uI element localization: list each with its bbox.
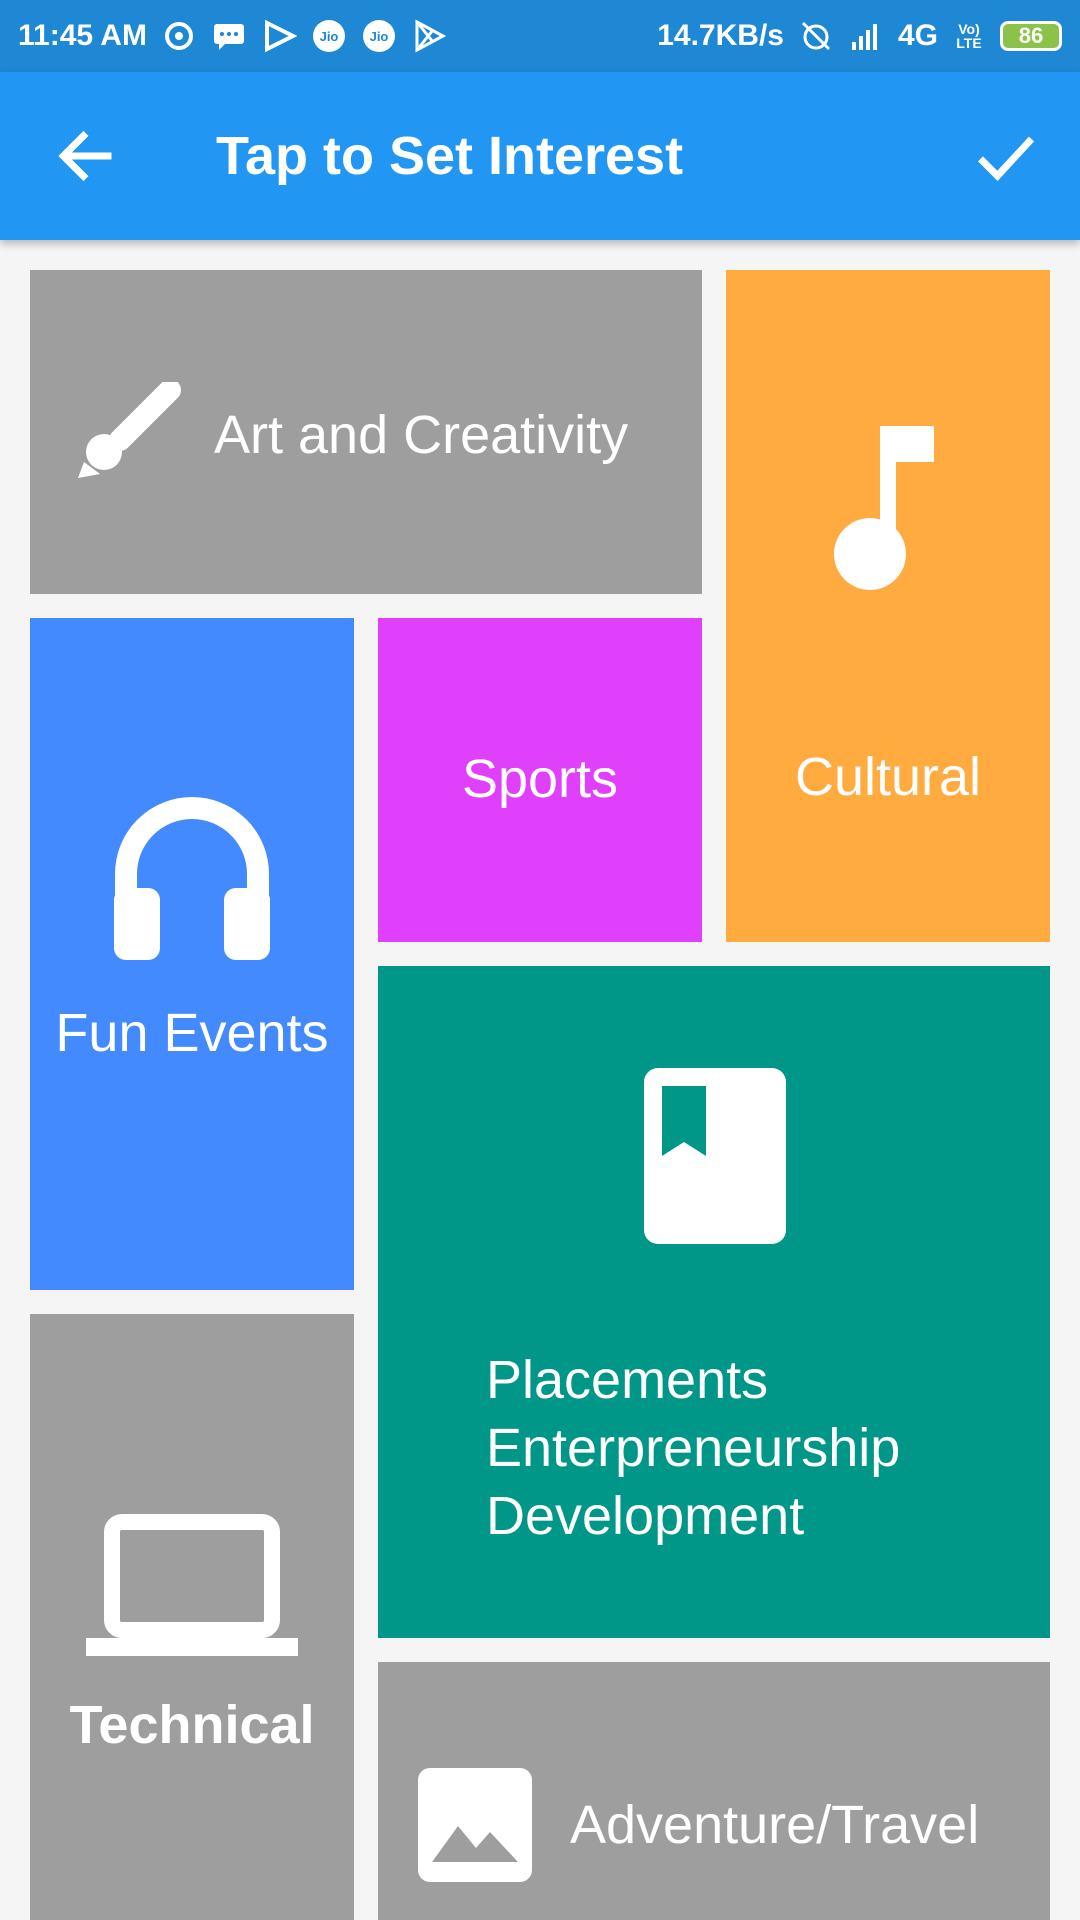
tile-placements-label: Placements Enterpreneurship Development (486, 1346, 900, 1550)
tile-placements-line-2: Enterpreneurship (486, 1418, 901, 1478)
app-bar: Tap to Set Interest (0, 72, 1080, 240)
status-bar-left: 11:45 AM Jio Jio (18, 18, 447, 54)
uc-browser-icon (164, 22, 193, 50)
status-bar: 11:45 AM Jio Jio 14.7KB/s 4G Vo) LTE 86 (0, 0, 1080, 72)
laptop-icon (86, 1514, 298, 1656)
headphones-icon (114, 797, 270, 960)
alarm-off-icon (801, 21, 831, 51)
play-store-icon (415, 19, 447, 53)
signal-icon (851, 24, 877, 50)
tile-art-label: Art and Creativity (214, 405, 629, 465)
image-icon (418, 1768, 532, 1882)
jio-icon: Jio (312, 20, 345, 52)
tile-cultural[interactable]: Cultural (726, 270, 1050, 942)
tile-technical-label: Technical (69, 1695, 315, 1755)
tile-art-and-creativity[interactable]: Art and Creativity (30, 270, 702, 594)
status-time: 11:45 AM (18, 19, 147, 52)
svg-text:Jio: Jio (370, 29, 389, 44)
svg-text:Jio: Jio (320, 29, 339, 44)
message-icon (213, 24, 244, 50)
tile-placements-line-1: Placements (486, 1350, 769, 1410)
tile-adventure-label: Adventure/Travel (570, 1795, 980, 1855)
page-title: Tap to Set Interest (216, 126, 684, 186)
brush-icon (78, 382, 181, 478)
tile-sports[interactable]: Sports (378, 618, 702, 942)
music-note-icon (834, 426, 934, 590)
status-bar-right: 14.7KB/s 4G Vo) LTE 86 (657, 18, 1062, 54)
tile-adventure-travel[interactable]: Adventure/Travel (378, 1662, 1050, 1920)
battery-icon: 86 (1000, 21, 1062, 51)
tile-fun-events-label: Fun Events (55, 1003, 329, 1063)
network-speed: 14.7KB/s (657, 19, 784, 52)
tile-technical[interactable]: Technical (30, 1314, 354, 1920)
tile-fun-events[interactable]: Fun Events (30, 618, 354, 1290)
check-icon[interactable] (972, 122, 1040, 190)
tile-sports-label: Sports (461, 749, 619, 809)
tile-placements-line-3: Development (486, 1486, 805, 1546)
arrow-back-icon[interactable] (52, 122, 120, 190)
jio-icon: Jio (362, 20, 395, 52)
volte-badge: Vo) LTE (956, 21, 982, 51)
tile-placements[interactable]: Placements Enterpreneurship Development (378, 966, 1050, 1638)
play-icon (264, 19, 297, 53)
tile-cultural-label: Cultural (794, 747, 982, 807)
network-type: 4G (897, 19, 938, 52)
book-icon (644, 1068, 786, 1244)
